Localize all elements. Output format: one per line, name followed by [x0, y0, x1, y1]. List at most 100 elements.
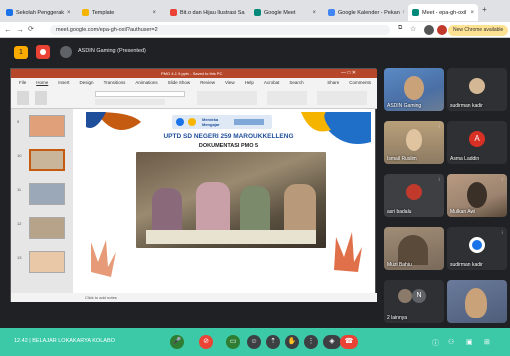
emoji-button[interactable]: ☺: [247, 335, 261, 349]
browser-tab[interactable]: Sekolah Penggerak ×: [2, 4, 72, 21]
menu-file[interactable]: File: [19, 80, 26, 85]
paragraph-controls[interactable]: [197, 91, 257, 105]
mic-button[interactable]: 🎤: [170, 335, 184, 349]
new-tab-button[interactable]: +: [482, 5, 487, 14]
participant-tile[interactable]: ⁝ Ismail Ruslim: [384, 121, 444, 164]
browser-tab[interactable]: Template ×: [78, 4, 160, 21]
menu-acrobat[interactable]: Acrobat: [264, 80, 280, 85]
participant-name: 2 lainnya: [387, 315, 408, 321]
chat-icon[interactable]: ▣: [466, 338, 473, 346]
orange-leaf-shape: [91, 240, 116, 277]
browser-tab[interactable]: Bit.o dan Hijau Ilustrasi Sa×: [166, 4, 246, 21]
photo-person: [152, 188, 182, 232]
participant-tile[interactable]: ⁝ Mulkan Awi: [447, 174, 507, 217]
participant-name: Muzi Bahiu: [387, 262, 412, 268]
menu-help[interactable]: Help: [245, 80, 254, 85]
font-selector[interactable]: [95, 91, 185, 97]
menu-home[interactable]: Home: [36, 80, 48, 85]
more-options-button[interactable]: ⋮: [304, 335, 318, 349]
forward-icon[interactable]: →: [16, 25, 24, 34]
people-icon[interactable]: ⚇: [448, 338, 454, 346]
bookmark-star-icon[interactable]: ☆: [410, 25, 416, 33]
menu-transitions[interactable]: Transitions: [104, 80, 126, 85]
tab-favicon-icon: [254, 9, 261, 16]
participant-tile[interactable]: Muzi Bahiu: [384, 227, 444, 270]
participant-tile-self[interactable]: [447, 280, 507, 323]
participant-tile[interactable]: sudirman kadir: [447, 68, 507, 111]
window-controls-icon[interactable]: — □ ✕: [341, 69, 356, 78]
close-icon[interactable]: ×: [67, 10, 71, 16]
close-icon[interactable]: ×: [152, 10, 156, 16]
back-icon[interactable]: ←: [4, 25, 12, 34]
notes-placeholder: Click to add notes: [85, 295, 117, 300]
drawing-controls[interactable]: [267, 91, 307, 105]
participant-tile[interactable]: ⁝ asri badalu: [384, 174, 444, 217]
participant-tile[interactable]: A Asma Laddin: [447, 121, 507, 164]
participant-avatar: N: [412, 289, 426, 303]
editing-controls[interactable]: [317, 91, 367, 105]
close-icon[interactable]: ×: [470, 10, 474, 16]
present-button[interactable]: ⇡: [266, 335, 280, 349]
pin-icon[interactable]: ⁝: [438, 124, 440, 130]
comments-button[interactable]: Comments: [349, 80, 371, 85]
font-format-controls[interactable]: [95, 99, 165, 105]
activities-button[interactable]: ◈: [323, 335, 341, 349]
close-icon[interactable]: ×: [403, 10, 404, 16]
menu-review[interactable]: Review: [200, 80, 215, 85]
profile-avatar-secondary[interactable]: [437, 25, 447, 35]
menu-slide-show[interactable]: Slide Show: [168, 80, 191, 85]
presenter-avatar: [60, 46, 72, 58]
share-button[interactable]: Share: [327, 80, 339, 85]
participant-tile[interactable]: ASDIN Gaming: [384, 68, 444, 111]
menu-design[interactable]: Design: [80, 80, 94, 85]
browser-tab[interactable]: Google Kalender - Pekan×: [324, 4, 404, 21]
slide-canvas[interactable]: Merdeka Mengajar UPTD SD NEGERI 259 MARO…: [86, 112, 371, 290]
close-icon[interactable]: ×: [312, 10, 316, 16]
slide-thumbnail-pane: 9 10 11 12 13: [11, 109, 73, 293]
activities-icon: ◈: [329, 338, 335, 345]
participant-avatar: A: [469, 131, 485, 147]
cast-icon[interactable]: ⧉: [398, 25, 402, 32]
url-field[interactable]: meet.google.com/epa-gh-oxil?authuser=2: [50, 25, 390, 35]
participant-name: Asma Laddin: [450, 156, 480, 162]
reload-icon[interactable]: ⟳: [28, 25, 34, 33]
pin-icon[interactable]: ⁝: [501, 177, 503, 183]
pin-icon[interactable]: ⁝: [501, 230, 503, 236]
leave-call-button[interactable]: ☎: [340, 335, 358, 349]
participant-photo: [406, 184, 422, 200]
slide-thumbnail[interactable]: [29, 217, 65, 239]
notification-badge[interactable]: 1: [14, 46, 28, 59]
ppt-notes-bar[interactable]: Click to add notes: [11, 293, 377, 302]
ministry-logo-icon: [176, 118, 184, 126]
paste-icon[interactable]: [17, 91, 29, 105]
new-slide-icon[interactable]: [35, 91, 47, 105]
ppt-title: PMO 4-1 9.pptx - Saved to this PC: [161, 71, 223, 76]
update-chrome-button[interactable]: New Chrome available: [448, 25, 509, 36]
merdeka-mengajar-logo: Merdeka Mengajar: [202, 117, 220, 127]
menu-view[interactable]: View: [225, 80, 235, 85]
participant-tile[interactable]: ⁝ sudirman kadir: [447, 227, 507, 270]
browser-tab-active[interactable]: Meet - epa-gh-oxil ×: [408, 4, 478, 21]
captions-icon: ▭: [229, 338, 237, 345]
record-button[interactable]: [36, 45, 50, 59]
info-icon[interactable]: ⓘ: [432, 338, 439, 348]
slide-thumbnail[interactable]: [29, 183, 65, 205]
tab-label: Bit.o dan Hijau Ilustrasi Sa: [180, 9, 245, 16]
participant-tile-overflow[interactable]: N 2 lainnya: [384, 280, 444, 323]
slide-thumbnail[interactable]: [29, 115, 65, 137]
camera-off-button[interactable]: ⊘: [199, 335, 213, 349]
menu-search[interactable]: Search: [289, 80, 303, 85]
captions-button[interactable]: ▭: [226, 335, 240, 349]
slide-thumbnail[interactable]: [29, 251, 65, 273]
pin-icon[interactable]: ⁝: [438, 177, 440, 183]
photo-table: [146, 230, 316, 244]
activities-panel-icon[interactable]: ⊞: [484, 338, 490, 346]
slide-thumbnail-selected[interactable]: [29, 149, 65, 171]
menu-insert[interactable]: Insert: [58, 80, 69, 85]
record-icon: [40, 49, 46, 55]
browser-tab[interactable]: Google Meet ×: [250, 4, 320, 21]
menu-animations[interactable]: Animations: [135, 80, 157, 85]
profile-avatar[interactable]: [424, 25, 434, 35]
raise-hand-button[interactable]: ✋: [285, 335, 299, 349]
presentation-screen: PMO 4-1 9.pptx - Saved to this PC — □ ✕ …: [10, 68, 377, 302]
